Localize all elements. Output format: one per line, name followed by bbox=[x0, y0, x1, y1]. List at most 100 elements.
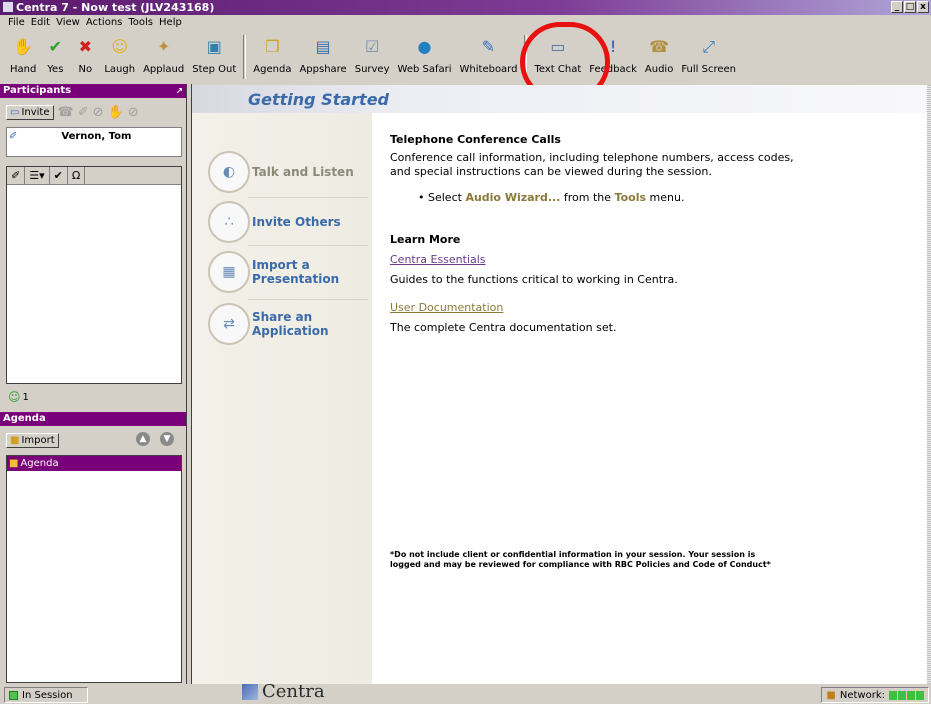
toolbar-label: Hand bbox=[10, 64, 37, 75]
menu-edit[interactable]: Edit bbox=[31, 15, 50, 30]
call-icon: ☎ bbox=[57, 104, 74, 120]
toolbar-applaud-button[interactable]: ✦ Applaud bbox=[139, 31, 188, 83]
toolbar-audio-button[interactable]: ☎ Audio bbox=[641, 31, 677, 83]
move-up-button[interactable]: ▲ bbox=[136, 432, 150, 446]
participant-name: Vernon, Tom bbox=[61, 130, 132, 142]
invite-button[interactable]: ▭ Invite bbox=[6, 104, 54, 120]
section-title-telephone: Telephone Conference Calls bbox=[390, 133, 561, 146]
toolbar-whiteboard-button[interactable]: ✎ Whiteboard bbox=[456, 31, 522, 83]
minimize-button[interactable]: _ bbox=[891, 1, 903, 13]
menu-file[interactable]: File bbox=[8, 15, 25, 30]
toolbar-yes-button[interactable]: ✔ Yes bbox=[40, 31, 70, 83]
folder-icon: ■ bbox=[10, 434, 20, 446]
centra-essentials-link[interactable]: Centra Essentials bbox=[390, 253, 486, 267]
column-status[interactable]: ☰▾ bbox=[25, 167, 50, 184]
fullscreen-icon: ⤢ bbox=[702, 37, 716, 56]
toolbar-label: Whiteboard bbox=[459, 64, 518, 75]
toolbar-label: Applaud bbox=[143, 64, 185, 75]
agenda-title: Agenda bbox=[3, 413, 46, 424]
presentation-icon: ▦ bbox=[208, 251, 250, 293]
nav-label: Talk and Listen bbox=[252, 165, 354, 179]
participants-toolbar: ▭ Invite ☎ ✐ ⊘ ✋ ⊘ bbox=[0, 98, 186, 126]
x-icon: ✖ bbox=[78, 37, 93, 56]
pin-icon[interactable]: ↗ bbox=[175, 85, 183, 99]
section-title-learn-more: Learn More bbox=[390, 233, 461, 246]
people-icon: ∴ bbox=[208, 201, 250, 243]
scrollbar-strip[interactable] bbox=[927, 85, 931, 684]
toolbar-appshare-button[interactable]: ▤ Appshare bbox=[295, 31, 350, 83]
close-button[interactable]: x bbox=[917, 1, 929, 13]
app-icon bbox=[2, 1, 14, 13]
toolbar-full-screen-button[interactable]: ⤢ Full Screen bbox=[677, 31, 740, 83]
mic-icon: ✐ bbox=[77, 104, 89, 120]
session-status: In Session bbox=[4, 687, 88, 703]
applaud-icon: ✦ bbox=[156, 37, 171, 56]
participants-title: Participants bbox=[3, 85, 72, 96]
nav-share-application[interactable]: ⇄ Share an Application bbox=[208, 303, 368, 345]
window-title: Centra 7 - Now test (JLV243168) bbox=[16, 1, 215, 14]
globe-icon: ● bbox=[417, 37, 432, 56]
status-indicator-icon bbox=[9, 690, 18, 700]
audio-wizard-keyword: Audio Wizard... bbox=[465, 191, 561, 204]
section-body-telephone: Conference call information, including t… bbox=[390, 151, 794, 178]
toolbar-no-button[interactable]: ✖ No bbox=[70, 31, 100, 83]
session-status-text: In Session bbox=[22, 689, 73, 701]
toolbar-step-out-button[interactable]: ▣ Step Out bbox=[188, 31, 240, 83]
menu-help[interactable]: Help bbox=[159, 15, 182, 30]
block-icon: ⊘ bbox=[92, 104, 104, 120]
toolbar-survey-button[interactable]: ☑ Survey bbox=[351, 31, 394, 83]
toolbar-hand-button[interactable]: ✋ Hand bbox=[6, 31, 40, 83]
invite-icon: ▭ bbox=[10, 106, 20, 118]
details-column-header: ✐ ☰▾ ✔ Ω bbox=[7, 167, 181, 185]
speaker-icon: ◐ bbox=[208, 151, 250, 193]
move-down-button[interactable]: ▼ bbox=[160, 432, 174, 446]
page-title: Getting Started bbox=[248, 90, 389, 109]
agenda-toolbar: ■ Import bbox=[0, 426, 186, 454]
toolbar-label: No bbox=[78, 64, 93, 75]
appshare-icon: ▤ bbox=[315, 37, 331, 56]
toolbar-label: Laugh bbox=[104, 64, 136, 75]
agenda-icon: ❐ bbox=[265, 37, 280, 56]
getting-started-nav: ◐ Talk and Listen ∴ Invite Others ▦ Impo… bbox=[192, 113, 372, 702]
main-content: Getting Started ◐ Talk and Listen ∴ Invi… bbox=[192, 85, 929, 702]
maximize-button[interactable]: □ bbox=[904, 1, 916, 13]
status-bar: In Session ■ Network: bbox=[0, 686, 931, 704]
door-icon: ▣ bbox=[206, 37, 222, 56]
toolbar-web-safari-button[interactable]: ● Web Safari bbox=[394, 31, 456, 83]
nav-talk-and-listen[interactable]: ◐ Talk and Listen bbox=[208, 151, 368, 193]
menu-tools[interactable]: Tools bbox=[128, 15, 153, 30]
bullet-text: from the bbox=[560, 191, 615, 204]
participant-row[interactable]: ✐ Vernon, Tom bbox=[7, 128, 181, 144]
toolbar-laugh-button[interactable]: ☺ Laugh bbox=[100, 31, 139, 83]
nav-divider bbox=[248, 299, 368, 300]
toolbar-label: Full Screen bbox=[681, 64, 736, 75]
bullet-text: Select bbox=[428, 191, 466, 204]
participant-list: ✐ Vernon, Tom bbox=[6, 127, 182, 157]
participants-header: Participants ↗ bbox=[0, 84, 186, 98]
window-title-bar[interactable]: Centra 7 - Now test (JLV243168) _ □ x bbox=[0, 0, 931, 15]
import-button[interactable]: ■ Import bbox=[6, 432, 59, 448]
hand-lower-icon: ✋ bbox=[107, 104, 124, 120]
toolbar-label: Web Safari bbox=[397, 64, 452, 75]
nav-divider bbox=[248, 245, 368, 246]
agenda-item[interactable]: ■ Agenda bbox=[7, 456, 181, 471]
nav-import-presentation[interactable]: ▦ Import a Presentation bbox=[208, 251, 368, 293]
nav-label: Share an Application bbox=[252, 310, 329, 338]
hand-icon: ✋ bbox=[13, 37, 34, 56]
toolbar-agenda-button[interactable]: ❐ Agenda bbox=[249, 31, 295, 83]
nav-invite-others[interactable]: ∴ Invite Others bbox=[208, 201, 368, 243]
agenda-item-label: Agenda bbox=[20, 458, 59, 469]
column-check[interactable]: ✔ bbox=[50, 167, 68, 184]
network-status: ■ Network: bbox=[821, 687, 929, 703]
toolbar-label: Yes bbox=[47, 64, 64, 75]
menu-view[interactable]: View bbox=[56, 15, 80, 30]
menu-actions[interactable]: Actions bbox=[86, 15, 123, 30]
toolbar-label: Step Out bbox=[192, 64, 237, 75]
main-toolbar: ✋ Hand ✔ Yes ✖ No ☺ Laugh ✦ Applaud ▣ Step Out ❐ Agen… bbox=[0, 31, 931, 85]
agenda-list: ■ Agenda bbox=[6, 455, 182, 683]
audio-wizard-bullet: • Select Audio Wizard... from the Tools … bbox=[418, 191, 685, 204]
column-headset[interactable]: Ω bbox=[68, 167, 86, 184]
column-mic[interactable]: ✐ bbox=[7, 167, 26, 184]
user-documentation-link[interactable]: User Documentation bbox=[390, 301, 503, 315]
toolbar-separator bbox=[243, 35, 247, 79]
